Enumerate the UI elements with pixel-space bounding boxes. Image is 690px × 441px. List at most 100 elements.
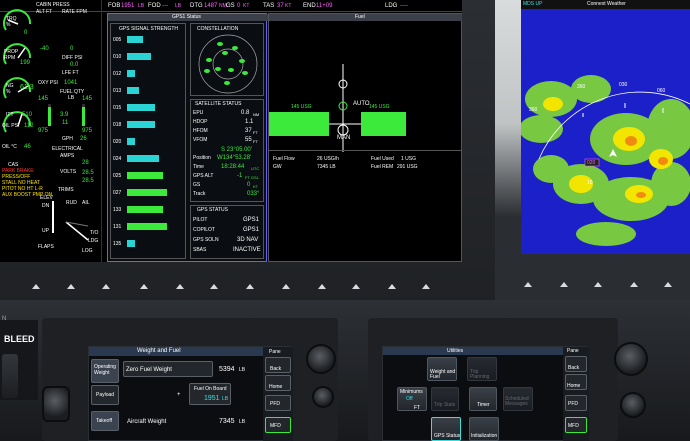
right-gtc-title: Utilities: [447, 348, 464, 354]
gps-soln-value: 3D NAV: [237, 237, 259, 243]
gs-label: GS: [226, 3, 235, 9]
tas-value: 37: [277, 3, 284, 9]
signal-bar: [127, 70, 135, 77]
tab-payload[interactable]: Payload: [91, 385, 119, 405]
signal-bar: [127, 121, 155, 128]
fuel-auto-label[interactable]: AUTO: [353, 101, 370, 108]
left-gtc-lower-knob[interactable]: [312, 386, 334, 408]
heading-tick-030: 030: [619, 82, 628, 88]
softkey-button[interactable]: [140, 284, 148, 289]
trq-value: 0: [24, 30, 28, 36]
fuel-man-label[interactable]: MAN: [337, 135, 350, 142]
fob-value: 1951: [121, 3, 135, 9]
softkey-button[interactable]: [664, 282, 672, 287]
home-button[interactable]: Home: [565, 374, 587, 390]
tab-operating-weight[interactable]: Operating Weight: [91, 359, 119, 383]
zero-fuel-weight-button[interactable]: Zero Fuel Weight: [123, 361, 213, 377]
bleed-switch[interactable]: [2, 354, 18, 398]
softkey-button[interactable]: [282, 284, 290, 289]
heading-tick-left: 360: [529, 107, 538, 113]
back-button[interactable]: Back: [565, 356, 587, 372]
tile-scheduled-messages[interactable]: Scheduled Messages: [503, 387, 533, 411]
track-value: 033°: [247, 191, 260, 197]
fuel-qty-bar-left: [48, 104, 51, 126]
fuel-rem-value: 291 USG: [397, 164, 418, 170]
tile-weight-and-fuel[interactable]: Weight and Fuel: [427, 357, 457, 381]
mfd-button[interactable]: MFD: [565, 417, 587, 433]
satellite-status-box: SATELLITE STATUS EPU 0.8 NM HDOP 1.1 HFO…: [190, 99, 264, 202]
signal-bar: [127, 189, 167, 196]
tile-trip-stats[interactable]: Trip Stats: [431, 387, 459, 411]
fuel-on-board-button[interactable]: Fuel On Board 1951 LB: [189, 383, 231, 405]
gps-status-box: GPS STATUS PILOT GPS1 COPILOT GPS1 GPS S…: [190, 205, 264, 259]
sbas-label: SBAS: [193, 247, 207, 253]
mfd-screen: FOB 1951 LB FOD --- LB DTG 1487 NM GS 0 …: [0, 0, 462, 262]
prn-label: 025: [113, 173, 122, 179]
tile-gps-status[interactable]: GPS Status: [431, 417, 461, 441]
softkey-button[interactable]: [102, 284, 110, 289]
signal-bar: [127, 104, 155, 111]
ng-value: 61.3: [20, 84, 34, 91]
amps-value: 28: [82, 160, 89, 166]
prn-label: 133: [113, 207, 122, 213]
softkey-button[interactable]: [352, 284, 360, 289]
gs-unit: KT: [243, 3, 250, 9]
pfd-label: PFD: [270, 401, 280, 407]
softkey-button[interactable]: [388, 284, 396, 289]
tile-trip-planning[interactable]: Trip Planning: [467, 357, 497, 381]
cabin-press-label: CABIN PRESS: [36, 2, 70, 8]
pilot-value: GPS1: [243, 217, 260, 223]
softkey-button[interactable]: [32, 284, 40, 289]
elev-trim-label: ELEV: [40, 195, 53, 201]
softkey-button[interactable]: [176, 284, 184, 289]
fuel-left-value: 145: [38, 96, 49, 102]
prn-label: 005: [113, 37, 122, 43]
softkey-button[interactable]: [594, 282, 602, 287]
gw-value: 7345 LB: [317, 164, 336, 170]
mfd-button[interactable]: MFD: [265, 417, 291, 433]
engine-indication-strip: CABIN PRESS ALT FT RATE FPM -40 0 DIFF P…: [0, 0, 102, 262]
left-gtc-outer-knob[interactable]: [306, 344, 336, 374]
prn-label: 131: [113, 224, 122, 230]
fob-value: 1951: [204, 395, 220, 402]
softkey-button[interactable]: [630, 282, 638, 287]
back-button[interactable]: Back: [265, 357, 291, 373]
softkey-button[interactable]: [422, 284, 430, 289]
fod-value: ---: [162, 3, 168, 9]
tab-takeoff[interactable]: Takeoff: [91, 411, 119, 431]
signal-strength-title: GPS SIGNAL STRENGTH: [119, 26, 178, 32]
home-button[interactable]: Home: [265, 375, 291, 391]
softkey-button[interactable]: [210, 284, 218, 289]
tile-minimums[interactable]: Minimums Off FT: [397, 387, 427, 411]
tile-label: Timer: [477, 402, 490, 408]
weather-tag: MDS UP: [523, 1, 543, 7]
pfd-button[interactable]: PFD: [565, 395, 587, 411]
softkey-button[interactable]: [318, 284, 326, 289]
prn-label: 012: [113, 71, 122, 77]
gps-pane-header: GPS1 Status: [108, 14, 268, 21]
left-gtc-screen: Weight and Fuel Operating Weight Payload…: [88, 346, 293, 441]
right-gtc-upper-knob[interactable]: [614, 342, 648, 376]
pfd-button[interactable]: PFD: [265, 395, 291, 411]
oil-temp-label: OIL °C: [2, 144, 17, 150]
hfom-label: HFOM: [193, 128, 208, 134]
plus-sign: +: [177, 392, 181, 398]
position-label: Position: [193, 155, 211, 161]
right-gtc-lower-knob[interactable]: [620, 392, 646, 418]
diff-psi-value: 0.0: [70, 62, 79, 68]
tile-timer[interactable]: Timer: [469, 387, 497, 411]
gps-soln-label: GPS SOLN: [193, 237, 219, 243]
softkey-button[interactable]: [560, 282, 568, 287]
fuel-summary-divider: [269, 150, 462, 151]
tile-initialization[interactable]: Initialization: [469, 417, 499, 441]
softkey-button[interactable]: [246, 284, 254, 289]
bleed-side-label: N: [2, 316, 7, 322]
signal-bar: [127, 223, 167, 230]
epu-label: EPU: [193, 110, 204, 116]
bleed-panel: N BLEED: [0, 316, 38, 400]
softkey-button[interactable]: [524, 282, 532, 287]
fuel-qty-bar-right: [82, 104, 85, 126]
softkey-button[interactable]: [67, 284, 75, 289]
left-gtc-upper-knob[interactable]: [42, 386, 70, 422]
fuel-used-value: 1 USG: [401, 156, 417, 162]
